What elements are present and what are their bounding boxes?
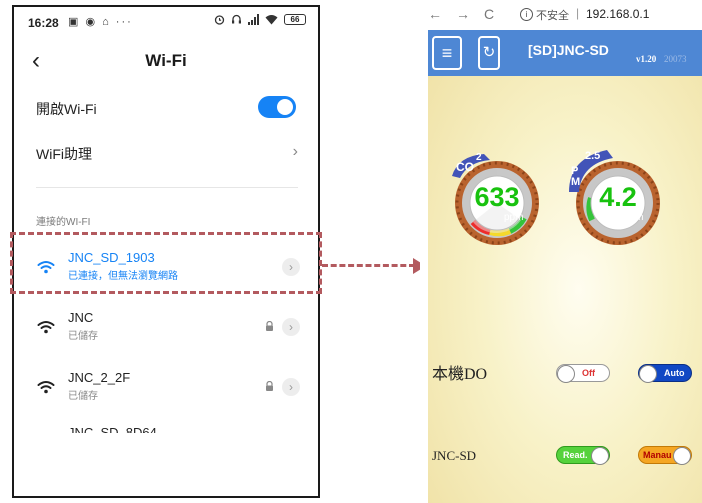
wifi-icon <box>37 261 55 274</box>
toggle-knob <box>673 447 691 465</box>
device-title: [SD]JNC-SD <box>528 42 609 58</box>
toggle-knob <box>277 99 293 115</box>
gauge-badge-main: CO <box>456 160 474 174</box>
network-detail-button[interactable]: › <box>282 378 300 396</box>
wifi-network-row[interactable]: JNC_2_2F 已儲存 › <box>14 366 318 410</box>
gauge-badge-sub: 2.5 <box>585 150 601 162</box>
notification-icons: ▣ ◉ ⌂ ··· <box>68 16 133 28</box>
toggle-label: Auto <box>664 368 685 378</box>
enable-wifi-row[interactable]: 開啟Wi-Fi <box>14 93 318 123</box>
title-row: ‹ Wi-Fi <box>14 43 318 83</box>
status-indicators: 66 <box>214 14 306 25</box>
address-bar: ← → C i 不安全 | 192.168.0.1 <box>420 0 702 30</box>
info-icon[interactable]: i <box>520 8 533 21</box>
do-auto-toggle[interactable]: Auto <box>638 364 692 383</box>
partial-network-name[interactable]: JNC_SD_8D64 <box>68 425 157 433</box>
wifi-name: JNC_2_2F <box>68 370 131 385</box>
menu-icon[interactable]: ≡ <box>432 36 462 70</box>
lock-icon <box>266 381 273 391</box>
wifi-status-icon <box>265 15 278 25</box>
wifi-name: JNC_SD_1903 <box>68 250 155 265</box>
read-toggle[interactable]: Read. <box>556 446 610 465</box>
reload-icon[interactable]: C <box>484 6 494 22</box>
web-header: ≡ ↻ [SD]JNC-SD v1.20 20073 <box>428 30 702 76</box>
enable-wifi-label: 開啟Wi-Fi <box>36 101 97 117</box>
refresh-icon[interactable]: ↻ <box>478 36 500 70</box>
status-time: 16:28 <box>28 16 59 30</box>
gauge-unit: μg/m <box>621 212 644 223</box>
url-field[interactable]: 192.168.0.1 <box>586 7 649 21</box>
page-title: Wi-Fi <box>145 51 187 70</box>
co2-gauge: CO 2 633 ppm <box>452 152 542 248</box>
gauge-value: 633 <box>474 182 520 212</box>
pm25-gauge: PM 2.5 4.2 μg/m <box>569 150 663 248</box>
gauge-badge-sub: 2 <box>476 152 482 163</box>
build-date: 20073 <box>664 54 687 64</box>
wifi-network-row[interactable]: JNC_SD_1903 已連接，但無法瀏覽網路 › <box>14 246 318 290</box>
toggle-label: Manau <box>643 450 672 460</box>
toggle-label: Off <box>582 368 595 378</box>
control-label: JNC-SD <box>432 448 477 463</box>
browser-window: ← → C i 不安全 | 192.168.0.1 ≡ ↻ [SD]JNC-SD… <box>420 0 702 503</box>
wifi-network-row[interactable]: JNC 已儲存 › <box>14 306 318 350</box>
manual-toggle[interactable]: Manau <box>638 446 692 465</box>
control-label: 本機DO <box>432 366 488 383</box>
gauge-value: 4.2 <box>599 182 637 212</box>
network-detail-button[interactable]: › <box>282 318 300 336</box>
alarm-icon <box>214 15 225 25</box>
connector-line <box>322 264 415 267</box>
toggle-knob <box>557 365 575 383</box>
wifi-status: 已儲存 <box>68 331 98 342</box>
back-arrow-icon[interactable]: ← <box>428 6 442 22</box>
wifi-assistant-row[interactable]: WiFi助理 › <box>14 137 318 167</box>
toggle-knob <box>639 365 657 383</box>
gauge-unit: ppm <box>504 212 524 223</box>
do-off-toggle[interactable]: Off <box>556 364 610 383</box>
wifi-icon <box>37 321 55 334</box>
lock-icon <box>266 321 273 331</box>
security-label[interactable]: 不安全 <box>536 7 569 23</box>
divider <box>36 187 298 188</box>
battery-icon: 66 <box>284 14 306 25</box>
device-web-page: ≡ ↻ [SD]JNC-SD v1.20 20073 CO 2 633 ppm … <box>428 30 702 503</box>
wifi-name: JNC <box>68 310 94 325</box>
url-separator: | <box>576 6 580 20</box>
status-bar: 16:28 ▣ ◉ ⌂ ··· 66 <box>14 7 318 39</box>
wifi-icon <box>37 381 55 394</box>
chevron-right-icon: › <box>292 143 298 160</box>
section-label: 連接的WI-FI <box>36 217 91 228</box>
toggle-label: Read. <box>563 450 588 460</box>
phone-screen: 16:28 ▣ ◉ ⌂ ··· 66 ‹ Wi-Fi 開啟Wi-Fi WiFi助… <box>12 5 320 498</box>
signal-icon <box>248 14 259 25</box>
headset-icon <box>232 14 241 24</box>
wifi-assistant-label: WiFi助理 <box>36 146 92 162</box>
wifi-status: 已儲存 <box>68 391 98 402</box>
toggle-knob <box>591 447 609 465</box>
forward-arrow-icon[interactable]: → <box>456 6 470 22</box>
version-label: v1.20 <box>636 54 657 64</box>
network-detail-button[interactable]: › <box>282 258 300 276</box>
wifi-status: 已連接，但無法瀏覽網路 <box>68 271 178 282</box>
wifi-toggle[interactable] <box>258 96 296 118</box>
